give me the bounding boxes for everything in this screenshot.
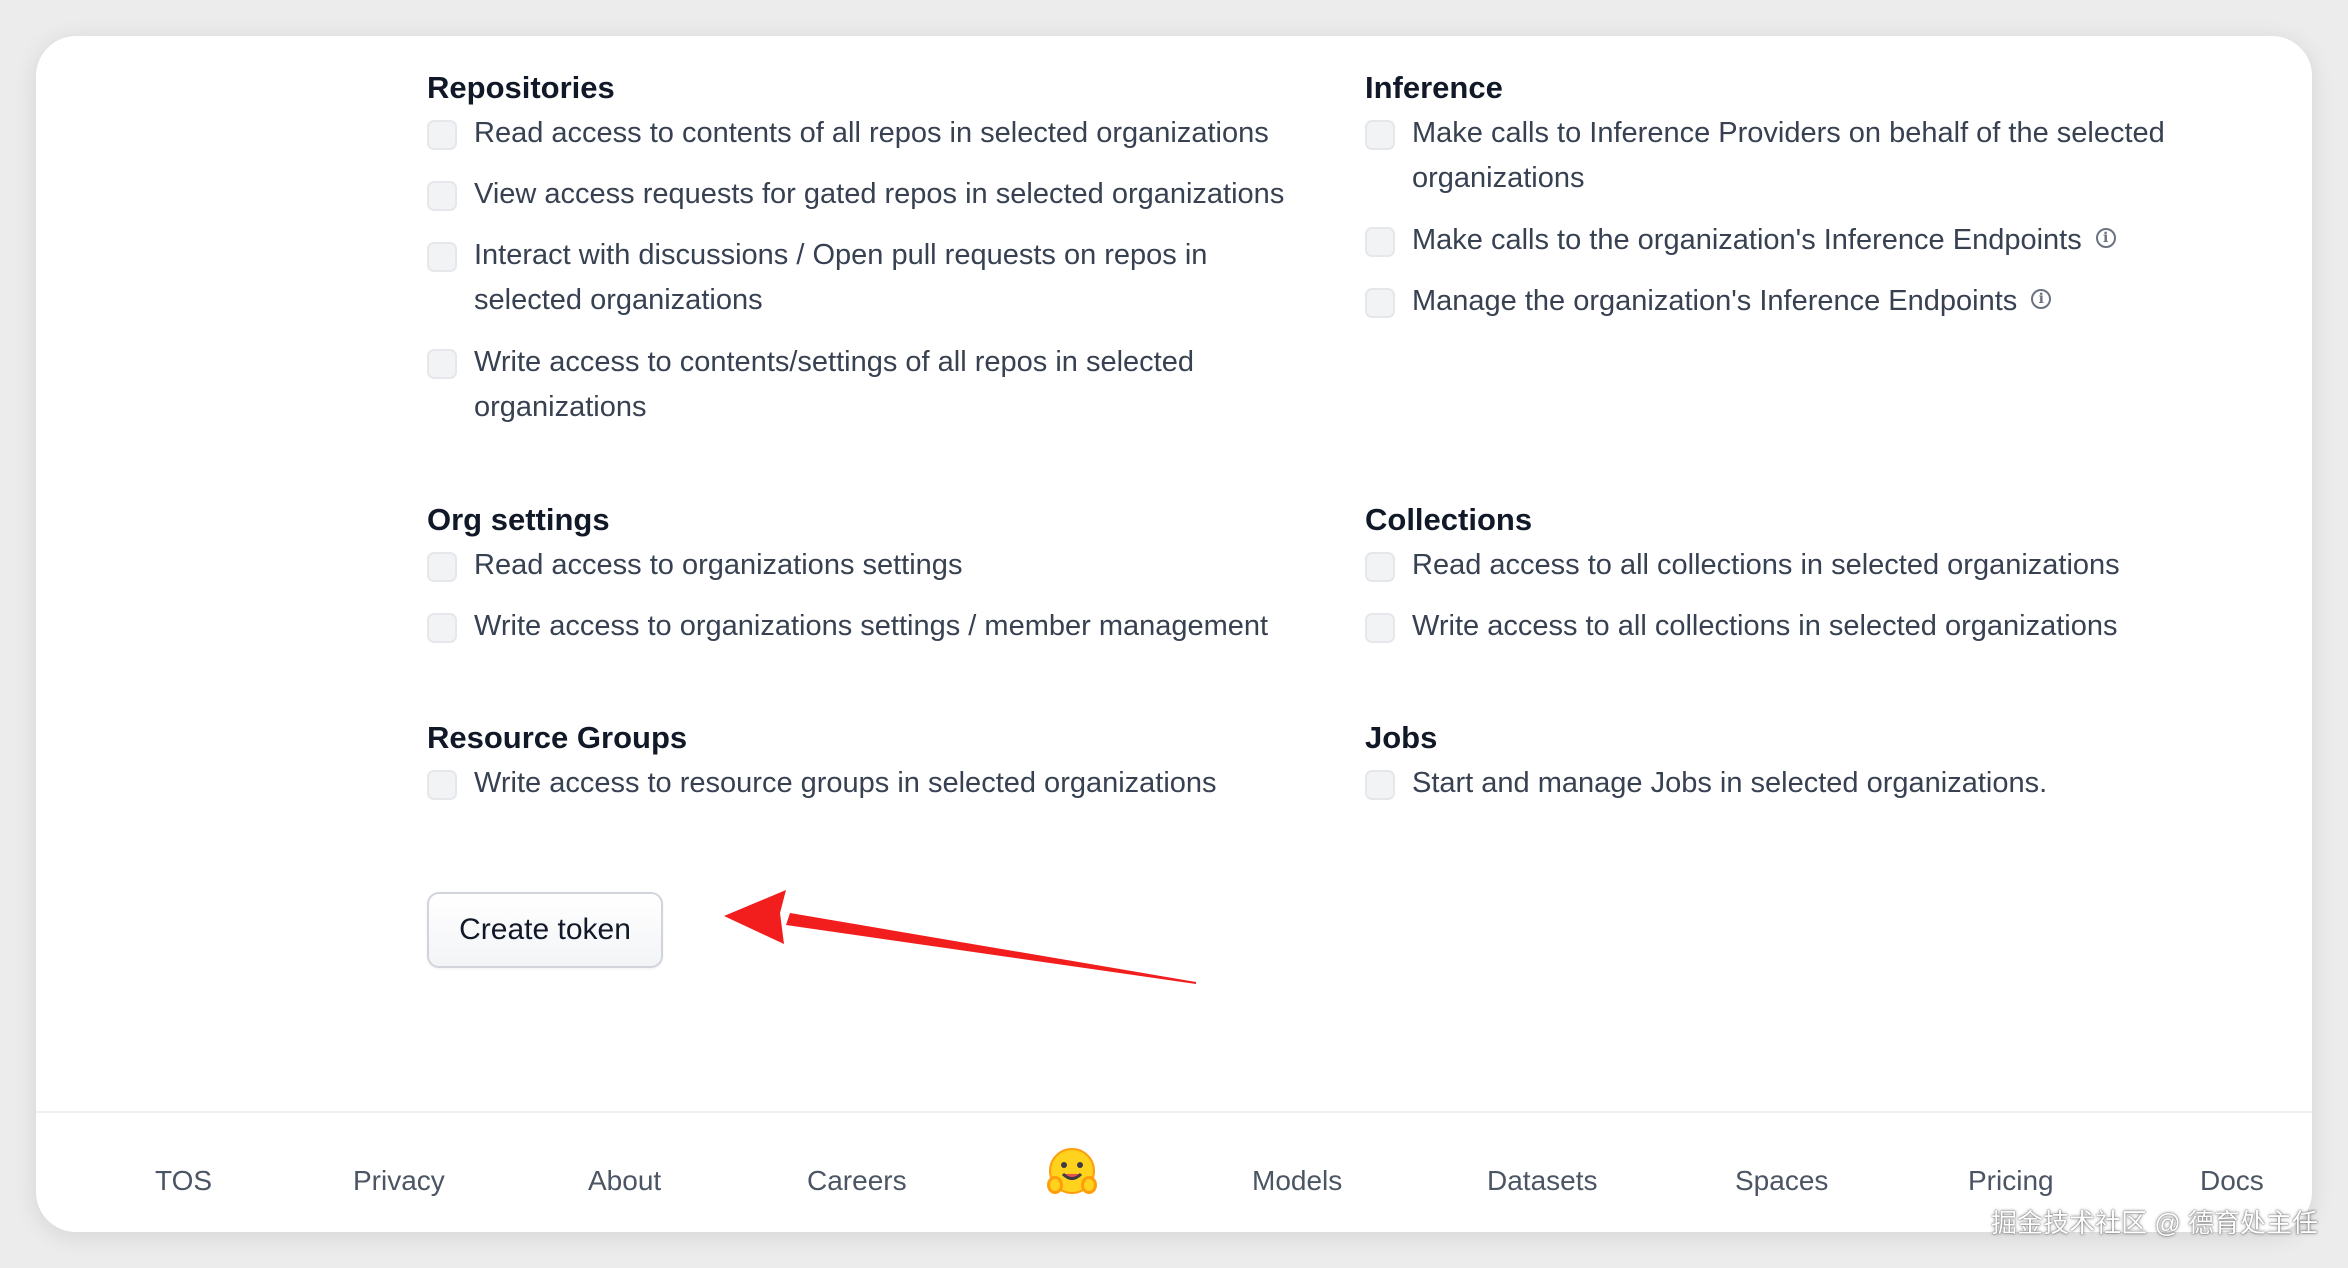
footer-link-docs[interactable]: Docs	[2200, 1165, 2264, 1197]
annotation-arrow	[724, 890, 1196, 984]
footer-link-about[interactable]: About	[588, 1165, 661, 1197]
arrow-head	[724, 890, 786, 944]
footer: TOS Privacy About Careers Models Dataset…	[36, 1111, 2312, 1232]
footer-link-datasets[interactable]: Datasets	[1487, 1165, 1598, 1197]
watermark: 掘金技术社区 @ 德育处主任	[1991, 1208, 2318, 1238]
main-panel: Repositories Read access to contents of …	[36, 36, 2312, 1232]
arrow-shaft	[786, 913, 1196, 984]
footer-link-spaces[interactable]: Spaces	[1735, 1165, 1828, 1197]
hugging-face-logo-icon[interactable]	[1044, 1145, 1100, 1201]
footer-link-pricing[interactable]: Pricing	[1968, 1165, 2054, 1197]
footer-link-careers[interactable]: Careers	[807, 1165, 907, 1197]
footer-link-privacy[interactable]: Privacy	[353, 1165, 445, 1197]
footer-link-models[interactable]: Models	[1252, 1165, 1342, 1197]
footer-link-tos[interactable]: TOS	[155, 1165, 212, 1197]
